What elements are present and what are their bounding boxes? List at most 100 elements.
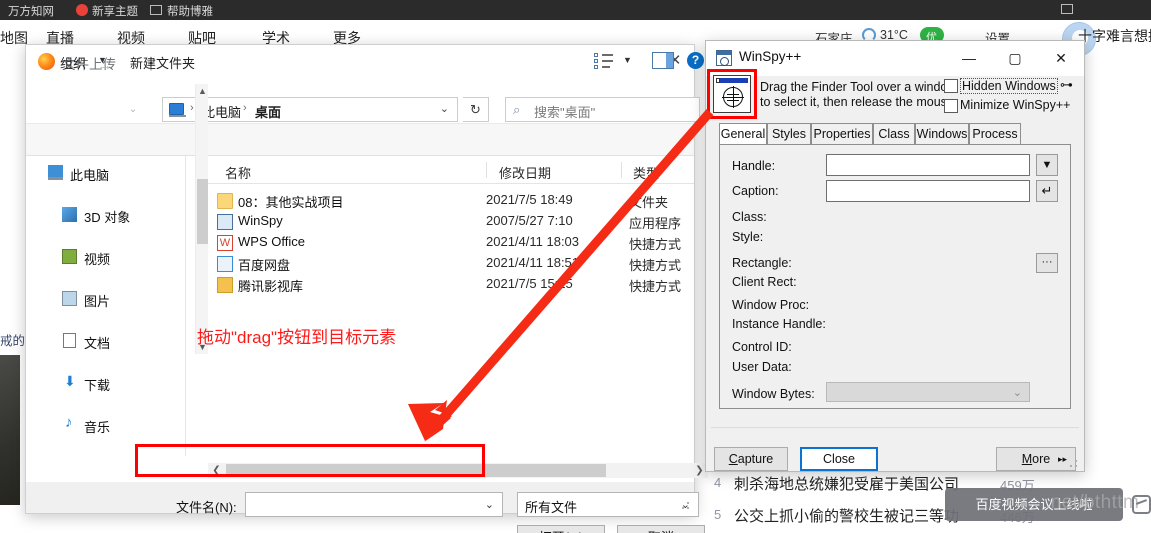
sidebar-label: 文档 [84,336,111,351]
scroll-up-icon[interactable]: ▲ [196,84,209,98]
tab-class[interactable]: Class [873,123,915,145]
cancel-button[interactable]: 取消 [617,525,705,533]
search-input[interactable]: ⌕ 搜索"桌面" [505,97,700,122]
topbar-item-2[interactable]: 帮助博雅 [167,3,213,19]
breadcrumb-sep: › [243,102,247,114]
sidebar-item-pictures[interactable]: 图片 [26,288,185,309]
scroll-left-icon[interactable]: ❮ [208,463,225,478]
more-button[interactable]: More ▸▸ [996,447,1076,471]
folder-icon [217,193,233,209]
scrollbar-thumb[interactable] [197,179,208,244]
help-icon[interactable]: ? [687,52,704,69]
table-row[interactable]: 08：其他实战项目 2021/7/5 18:49 文件夹 [208,190,694,211]
file-name: 腾讯影视库 [238,279,304,294]
capture-button[interactable]: Capture [714,447,788,471]
table-row[interactable]: W WPS Office 2021/4/11 18:03 快捷方式 [208,232,694,253]
refresh-icon[interactable]: ↻ [463,97,489,122]
handle-dropdown-button[interactable]: ▼ [1036,154,1058,176]
chat-icon[interactable] [1132,495,1151,514]
winspy-resize-grip[interactable] [1070,460,1078,468]
topbar-right-icon [1061,4,1073,14]
hidden-windows-checkbox[interactable] [944,79,958,93]
video-icon [62,249,77,264]
browser-topbar: 万方知网 新享主题 帮助博雅 [0,0,1151,20]
table-row[interactable]: WinSpy 2007/5/27 7:10 应用程序 [208,211,694,232]
rectangle-more-button[interactable]: ··· [1036,253,1058,273]
breadcrumb-desktop[interactable]: 桌面 [255,102,281,121]
chevron-down-icon[interactable]: ⌄ [440,102,449,115]
sidebar-item-documents[interactable]: 文档 [26,330,185,351]
sidebar-label: 视频 [84,252,111,267]
sidebar-item-this-pc[interactable]: 此电脑 [26,162,185,183]
chevron-down-icon[interactable]: ⌄ [1013,386,1022,399]
handle-label: Handle: [732,159,776,173]
caption-apply-button[interactable]: ↵ [1036,180,1058,202]
chevron-down-icon[interactable]: ⌄ [485,498,494,511]
pin-icon[interactable]: ⊶ [1060,77,1073,93]
sidebar-scrollbar[interactable]: ▲ ▼ [195,84,208,354]
username-label[interactable]: 十字难言想撩 [1078,26,1151,46]
hot-title[interactable]: 公交上抓小偷的警校生被记三等功 [734,505,959,526]
maximize-icon[interactable]: ▢ [992,43,1038,73]
window-proc-label: Window Proc: [732,298,810,312]
breadcrumb-sep: › [190,102,194,114]
filename-input[interactable]: ⌄ [245,492,503,517]
column-date[interactable]: 修改日期 [499,163,551,182]
winspy-app-icon [217,214,233,230]
watermark: .net/bthttm [1045,492,1140,513]
sidebar-item-downloads[interactable]: ⬇ 下载 [26,372,185,393]
table-row[interactable]: 腾讯影视库 2021/7/5 15:25 快捷方式 [208,274,694,295]
view-mode-icon[interactable] [594,53,614,69]
chevron-down-icon[interactable]: ▼ [98,55,107,65]
preview-pane-icon[interactable] [652,52,674,69]
window-bytes-select[interactable]: ⌄ [826,382,1030,402]
tab-process[interactable]: Process [969,123,1021,145]
column-type[interactable]: 类型 [633,163,659,182]
more-arrow-icon: ▸▸ [1057,454,1067,464]
client-rect-label: Client Rect: [732,275,797,289]
sidebar-label: 音乐 [84,420,111,435]
open-button[interactable]: 打开(O) [517,525,605,533]
sidebar-item-3d-objects[interactable]: 3D 对象 [26,204,185,225]
tab-styles[interactable]: Styles [767,123,811,145]
tab-general[interactable]: General [719,123,767,146]
search-placeholder: 搜索"桌面" [534,105,596,120]
checkbox-text: Hidden Windows [962,79,1056,93]
capture-label: apture [737,452,774,466]
topbar-item-1[interactable]: 新享主题 [92,3,138,19]
table-row[interactable]: 百度网盘 2021/4/11 18:51 快捷方式 [208,253,694,274]
hidden-windows-label[interactable]: Hidden Windows [960,78,1058,94]
close-icon[interactable]: ✕ [1038,43,1084,73]
sidebar-item-videos[interactable]: 视频 [26,246,185,267]
hscrollbar-thumb[interactable] [226,464,606,477]
hot-title[interactable]: 刺杀海地总统嫌犯受雇于美国公司 [734,473,959,494]
rectangle-label: Rectangle: [732,256,792,270]
handle-input[interactable] [826,154,1030,176]
sidebar-item-music[interactable]: ♪ 音乐 [26,414,185,435]
user-data-label: User Data: [732,360,792,374]
organize-button[interactable]: 组织 [60,53,86,72]
new-folder-button[interactable]: 新建文件夹 [130,53,195,72]
sidebar-label: 3D 对象 [84,210,131,225]
horizontal-scrollbar[interactable]: ❮ ❯ [208,463,708,478]
nav-link-map[interactable]: 地图 [0,28,28,48]
chevron-down-icon[interactable]: ▼ [623,55,632,65]
close-button[interactable]: Close [800,447,878,471]
minimize-winspy-label[interactable]: Minimize WinSpy++ [960,98,1070,112]
minimize-icon[interactable]: — [946,43,992,73]
finder-tool-drag-handle[interactable] [713,75,751,113]
file-name: 08：其他实战项目 [238,195,344,210]
minimize-winspy-checkbox[interactable] [944,99,958,113]
resize-grip[interactable] [682,502,690,510]
tab-properties[interactable]: Properties [811,123,873,145]
caption-input[interactable] [826,180,1030,202]
cube-icon [62,207,77,222]
sidebar-label: 此电脑 [70,168,110,183]
recent-locations-icon[interactable]: ⌄ [120,97,146,123]
download-icon: ⬇ [64,373,76,389]
file-type-filter-select[interactable]: 所有文件 ⌄ [517,492,699,517]
topbar-item-0[interactable]: 万方知网 [8,3,54,19]
music-icon: ♪ [65,414,73,431]
column-name[interactable]: 名称 [225,163,251,182]
tab-windows[interactable]: Windows [915,123,969,145]
